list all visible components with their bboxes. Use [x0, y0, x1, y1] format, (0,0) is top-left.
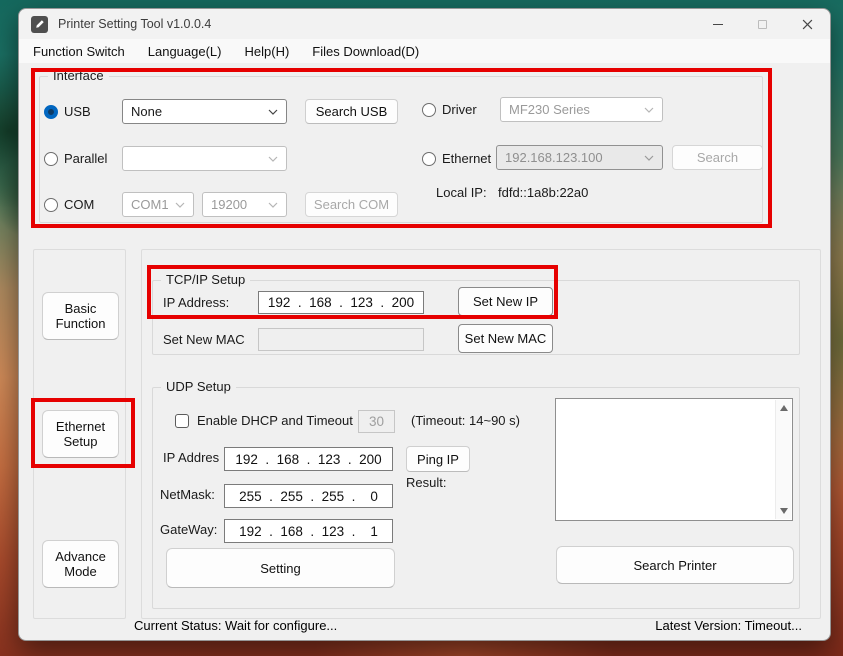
window-title: Printer Setting Tool v1.0.0.4: [58, 17, 211, 31]
current-status-text: Current Status: Wait for configure...: [134, 618, 337, 633]
com-port-value: COM1: [131, 197, 169, 212]
driver-value: MF230 Series: [509, 102, 590, 117]
parallel-radio-label: Parallel: [64, 151, 107, 167]
local-ip-value: fdfd::1a8b:22a0: [498, 185, 588, 201]
com-radio-label: COM: [64, 197, 94, 213]
gateway-label: GateWay:: [160, 522, 217, 538]
chevron-down-icon: [268, 202, 278, 208]
maximize-button[interactable]: [740, 9, 785, 39]
ip-address-field[interactable]: 192 . 168 . 123 . 200: [258, 291, 424, 314]
usb-radio-label: USB: [64, 104, 91, 120]
maximize-icon: [758, 20, 767, 29]
udp-legend: UDP Setup: [161, 379, 236, 394]
tcpip-setup-group: TCP/IP Setup IP Address: 192 . 168 . 123…: [152, 280, 800, 355]
ping-ip-button[interactable]: Ping IP: [406, 446, 470, 472]
com-port-combobox: COM1: [122, 192, 194, 217]
listbox-scrollbar[interactable]: [775, 400, 791, 519]
pencil-icon: [31, 16, 48, 33]
printer-result-listbox[interactable]: [555, 398, 793, 521]
app-window: Printer Setting Tool v1.0.0.4 Function S…: [18, 8, 831, 641]
triangle-down-icon: [780, 508, 788, 514]
gateway-field[interactable]: 192 . 168 . 123 . 1: [224, 519, 393, 543]
menu-files-download[interactable]: Files Download(D): [312, 44, 419, 59]
minimize-button[interactable]: [695, 9, 740, 39]
enable-dhcp-label: Enable DHCP and Timeout: [197, 413, 353, 429]
sidebar-basic-function-button[interactable]: Basic Function: [42, 292, 119, 340]
interface-legend: Interface: [48, 68, 109, 83]
driver-radio[interactable]: [422, 103, 436, 117]
com-baud-value: 19200: [211, 197, 247, 212]
close-icon: [802, 19, 813, 30]
sidebar-ethernet-setup-button[interactable]: Ethernet Setup: [42, 410, 119, 458]
set-new-mac-label: Set New MAC: [163, 332, 245, 348]
triangle-up-icon: [780, 405, 788, 411]
parallel-combobox: [122, 146, 287, 171]
netmask-label: NetMask:: [160, 487, 215, 503]
minimize-icon: [713, 24, 723, 25]
result-label: Result:: [406, 475, 446, 491]
search-ethernet-button: Search: [672, 145, 763, 170]
search-com-button: Search COM: [305, 192, 398, 217]
chevron-down-icon: [644, 155, 654, 161]
udp-ip-address-label: IP Addres: [163, 450, 219, 466]
search-usb-button[interactable]: Search USB: [305, 99, 398, 124]
netmask-field[interactable]: 255 . 255 . 255 . 0: [224, 484, 393, 508]
main-panel: TCP/IP Setup IP Address: 192 . 168 . 123…: [141, 249, 821, 619]
interface-group: Interface USB None Search USB Driver MF2…: [39, 76, 763, 223]
driver-combobox: MF230 Series: [500, 97, 663, 122]
close-button[interactable]: [785, 9, 830, 39]
ethernet-ip-value: 192.168.123.100: [505, 150, 603, 165]
set-new-mac-button[interactable]: Set New MAC: [458, 324, 553, 353]
usb-device-combobox[interactable]: None: [122, 99, 287, 124]
ip-address-label: IP Address:: [163, 295, 229, 311]
ethernet-radio-label: Ethernet: [442, 151, 491, 167]
ethernet-ip-combobox: 192.168.123.100: [496, 145, 663, 170]
chevron-down-icon: [175, 202, 185, 208]
mac-field: [258, 328, 424, 351]
com-radio[interactable]: [44, 198, 58, 212]
chevron-down-icon: [268, 109, 278, 115]
sidebar-panel: Basic Function Ethernet Setup Advance Mo…: [33, 249, 126, 619]
chevron-down-icon: [644, 107, 654, 113]
tcpip-legend: TCP/IP Setup: [161, 272, 250, 287]
udp-setup-group: UDP Setup Enable DHCP and Timeout 30 (Ti…: [152, 387, 800, 609]
status-bar: Current Status: Wait for configure... La…: [19, 618, 830, 636]
set-new-ip-button[interactable]: Set New IP: [458, 287, 553, 316]
enable-dhcp-checkbox[interactable]: [175, 414, 189, 428]
ethernet-radio[interactable]: [422, 152, 436, 166]
com-baud-combobox: 19200: [202, 192, 287, 217]
latest-version-text: Latest Version: Timeout...: [655, 618, 802, 633]
driver-radio-label: Driver: [442, 102, 477, 118]
dhcp-timeout-field: 30: [358, 410, 395, 433]
usb-device-value: None: [131, 104, 162, 119]
udp-ip-address-field[interactable]: 192 . 168 . 123 . 200: [224, 447, 393, 471]
sidebar-advance-mode-button[interactable]: Advance Mode: [42, 540, 119, 588]
menu-language[interactable]: Language(L): [148, 44, 222, 59]
timeout-hint-label: (Timeout: 14~90 s): [411, 413, 520, 429]
chevron-down-icon: [268, 156, 278, 162]
menu-help[interactable]: Help(H): [245, 44, 290, 59]
title-bar: Printer Setting Tool v1.0.0.4: [19, 9, 830, 39]
setting-button[interactable]: Setting: [166, 548, 395, 588]
menu-function-switch[interactable]: Function Switch: [33, 44, 125, 59]
usb-radio[interactable]: [44, 105, 58, 119]
menu-bar: Function Switch Language(L) Help(H) File…: [19, 39, 830, 63]
local-ip-label: Local IP:: [436, 185, 487, 201]
desktop-background: Printer Setting Tool v1.0.0.4 Function S…: [0, 0, 843, 656]
parallel-radio[interactable]: [44, 152, 58, 166]
search-printer-button[interactable]: Search Printer: [556, 546, 794, 584]
